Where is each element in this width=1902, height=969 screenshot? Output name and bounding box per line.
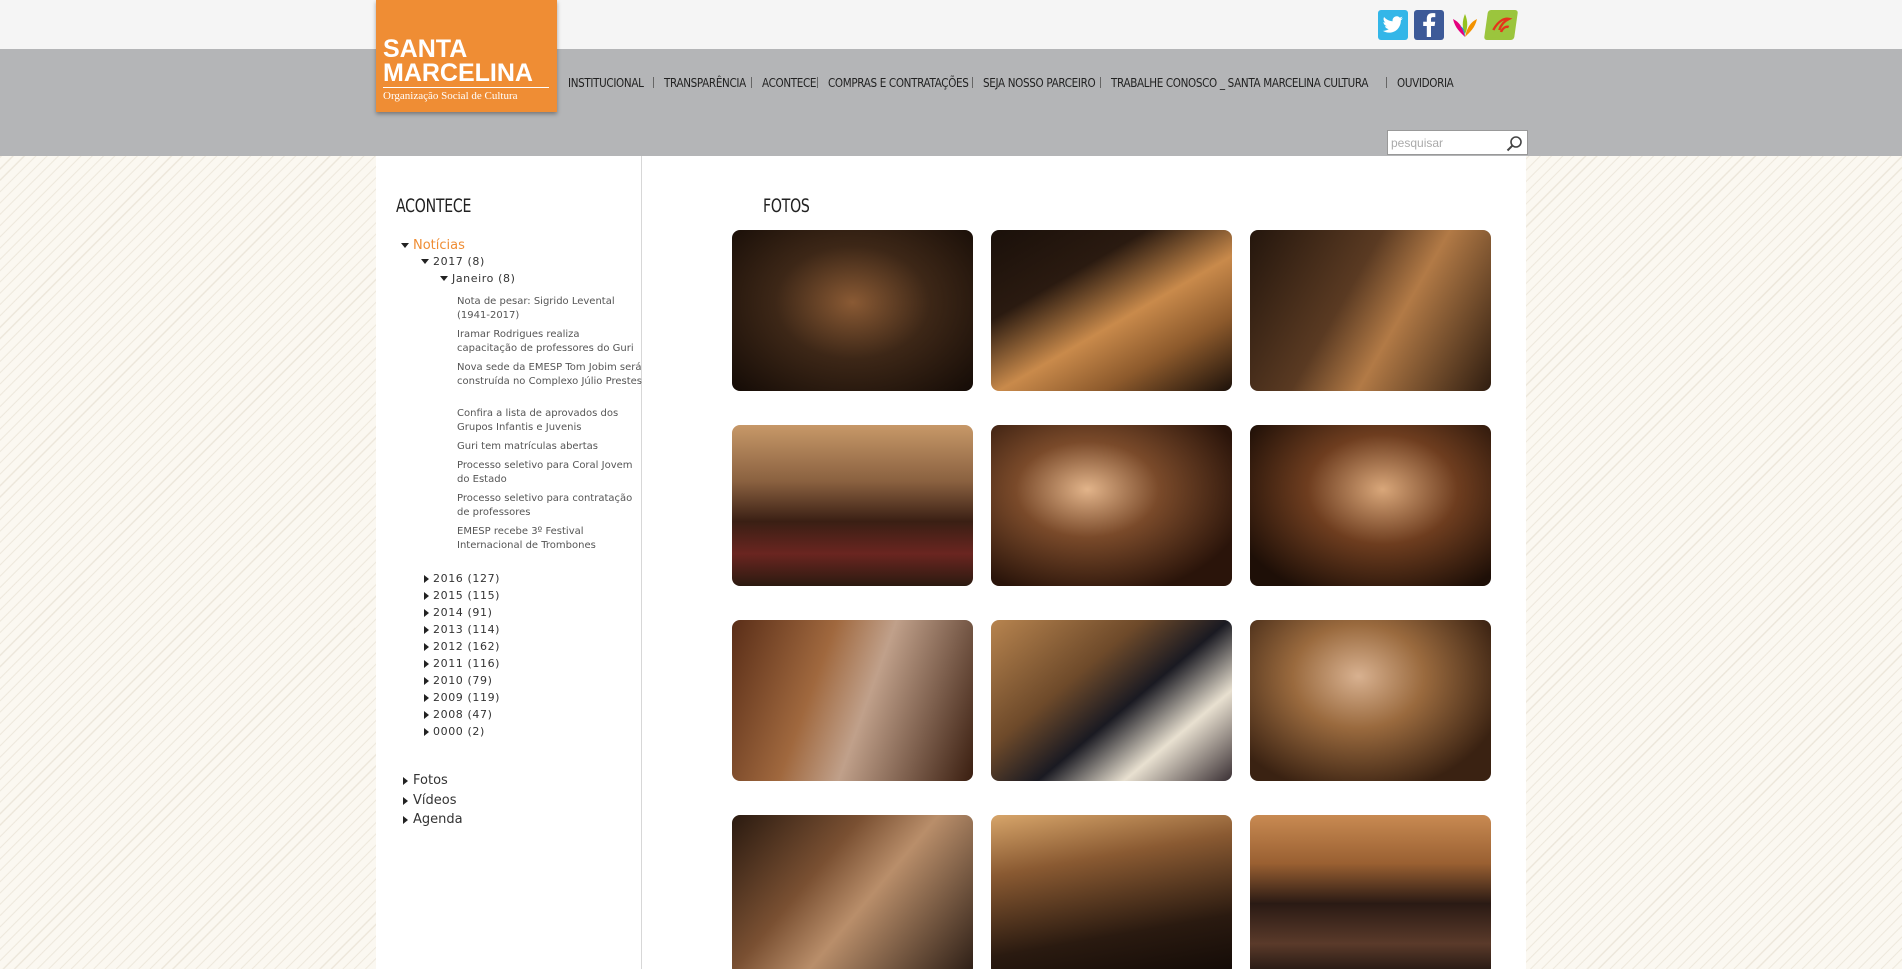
collapsed-arrow-icon <box>424 642 429 651</box>
main-nav: INSTITUCIONAL TRANSPARÊNCIA ACONTECE COM… <box>568 73 1457 91</box>
facebook-icon[interactable] <box>1414 10 1444 40</box>
tree-year-label: 2012 (162) <box>433 640 501 653</box>
nav-separator <box>1100 76 1101 88</box>
article-link[interactable]: Processo seletivo para Coral Jovem do Es… <box>457 459 642 486</box>
tree-year-label: 2015 (115) <box>433 589 501 602</box>
nav-acontece[interactable]: ACONTECE <box>762 75 816 90</box>
tree-year[interactable]: 2009 (119) <box>424 691 500 704</box>
logo-tagline: Organização Social de Cultura <box>383 87 549 102</box>
tree-year[interactable]: 2016 (127) <box>424 572 500 585</box>
collapsed-arrow-icon <box>424 727 429 736</box>
nav-separator <box>1386 76 1387 88</box>
photo-thumbnail[interactable] <box>991 620 1232 781</box>
article-link[interactable]: Nota de pesar: Sigrido Levental (1941-20… <box>457 295 642 322</box>
nav-separator <box>653 76 654 88</box>
tree-year[interactable]: 2011 (116) <box>424 657 500 670</box>
site-logo[interactable]: SANTA MARCELINA Organização Social de Cu… <box>376 0 557 112</box>
top-bar <box>0 0 1902 49</box>
section-videos-label: Vídeos <box>413 793 457 808</box>
tree-year[interactable]: 2008 (47) <box>424 708 492 721</box>
flower-icon[interactable] <box>1450 10 1480 40</box>
tree-month-janeiro[interactable]: Janeiro (8) <box>440 272 515 285</box>
article-link[interactable]: Confira a lista de aprovados dos Grupos … <box>457 407 642 434</box>
expanded-arrow-icon <box>421 259 429 264</box>
nav-compras[interactable]: COMPRAS E CONTRATAÇÕES <box>828 75 969 90</box>
nav-separator <box>817 76 818 88</box>
tree-year-2017[interactable]: 2017 (8) <box>421 255 485 268</box>
tree-year-label: 2008 (47) <box>433 708 493 721</box>
logo-line-2: MARCELINA <box>383 59 533 87</box>
nav-parceiro[interactable]: SEJA NOSSO PARCEIRO <box>983 75 1096 90</box>
search-input[interactable] <box>1391 134 1501 152</box>
nav-ouvidoria[interactable]: OUVIDORIA <box>1397 75 1454 90</box>
tree-noticias[interactable]: Notícias <box>401 238 465 253</box>
tree-year-label: 2013 (114) <box>433 623 501 636</box>
collapsed-arrow-icon <box>424 608 429 617</box>
collapsed-arrow-icon <box>403 796 408 805</box>
search-box <box>1387 130 1528 155</box>
sidebar-title: ACONTECE <box>396 195 472 217</box>
search-icon[interactable] <box>1506 135 1523 152</box>
expanded-arrow-icon <box>401 243 409 248</box>
photo-thumbnail[interactable] <box>1250 230 1491 391</box>
tree-year-label: 2014 (91) <box>433 606 493 619</box>
collapsed-arrow-icon <box>424 710 429 719</box>
section-fotos-label: Fotos <box>413 773 448 788</box>
collapsed-arrow-icon <box>424 591 429 600</box>
tree-year-label: 2009 (119) <box>433 691 501 704</box>
page-title: FOTOS <box>763 195 810 217</box>
tree-year-2017-label: 2017 (8) <box>433 255 485 268</box>
article-link[interactable]: Guri tem matrículas abertas <box>457 440 642 454</box>
photo-thumbnail[interactable] <box>732 620 973 781</box>
tree-year-label: 2011 (116) <box>433 657 501 670</box>
tree-year-label: 0000 (2) <box>433 725 485 738</box>
collapsed-arrow-icon <box>403 776 408 785</box>
nav-trabalhe-conosco[interactable]: TRABALHE CONOSCO _ SANTA MARCELINA CULTU… <box>1111 75 1368 90</box>
photo-thumbnail[interactable] <box>732 425 973 586</box>
tree-year[interactable]: 2010 (79) <box>424 674 492 687</box>
article-link[interactable]: Processo seletivo para contratação de pr… <box>457 492 642 519</box>
collapsed-arrow-icon <box>403 815 408 824</box>
photo-thumbnail[interactable] <box>991 425 1232 586</box>
article-link[interactable]: EMESP recebe 3º Festival Internacional d… <box>457 525 642 552</box>
tree-year-label: 2010 (79) <box>433 674 493 687</box>
collapsed-arrow-icon <box>424 693 429 702</box>
photo-thumbnail[interactable] <box>1250 620 1491 781</box>
nav-separator <box>972 76 973 88</box>
photo-thumbnail[interactable] <box>991 815 1232 969</box>
photo-thumbnail[interactable] <box>1250 815 1491 969</box>
collapsed-arrow-icon <box>424 659 429 668</box>
article-link[interactable]: Nova sede da EMESP Tom Jobim será constr… <box>457 361 642 388</box>
leaf-icon[interactable] <box>1483 10 1519 40</box>
expanded-arrow-icon <box>440 276 448 281</box>
tree-year[interactable]: 2014 (91) <box>424 606 492 619</box>
sidebar: ACONTECE Notícias 2017 (8) Janeiro (8) N… <box>376 156 642 969</box>
photo-thumbnail[interactable] <box>732 230 973 391</box>
section-agenda-label: Agenda <box>413 812 463 827</box>
tree-year[interactable]: 2015 (115) <box>424 589 500 602</box>
collapsed-arrow-icon <box>424 676 429 685</box>
tree-year[interactable]: 0000 (2) <box>424 725 485 738</box>
section-videos[interactable]: Vídeos <box>403 793 456 808</box>
section-agenda[interactable]: Agenda <box>403 812 463 827</box>
nav-institucional[interactable]: INSTITUCIONAL <box>568 75 644 90</box>
photo-thumbnail[interactable] <box>991 230 1232 391</box>
twitter-icon[interactable] <box>1378 10 1408 40</box>
tree-noticias-label: Notícias <box>413 238 465 253</box>
section-fotos[interactable]: Fotos <box>403 773 448 788</box>
tree-year[interactable]: 2012 (162) <box>424 640 500 653</box>
social-links <box>1378 10 1519 40</box>
collapsed-arrow-icon <box>424 574 429 583</box>
tree-year-label: 2016 (127) <box>433 572 501 585</box>
nav-transparencia[interactable]: TRANSPARÊNCIA <box>664 75 746 90</box>
content-area: ACONTECE Notícias 2017 (8) Janeiro (8) N… <box>376 156 1526 969</box>
photo-thumbnail[interactable] <box>1250 425 1491 586</box>
collapsed-arrow-icon <box>424 625 429 634</box>
tree-month-janeiro-label: Janeiro (8) <box>452 272 516 285</box>
photo-thumbnail[interactable] <box>732 815 973 969</box>
nav-separator <box>751 76 752 88</box>
nav-band <box>0 49 1902 156</box>
tree-year[interactable]: 2013 (114) <box>424 623 500 636</box>
article-link[interactable]: Iramar Rodrigues realiza capacitação de … <box>457 328 642 355</box>
